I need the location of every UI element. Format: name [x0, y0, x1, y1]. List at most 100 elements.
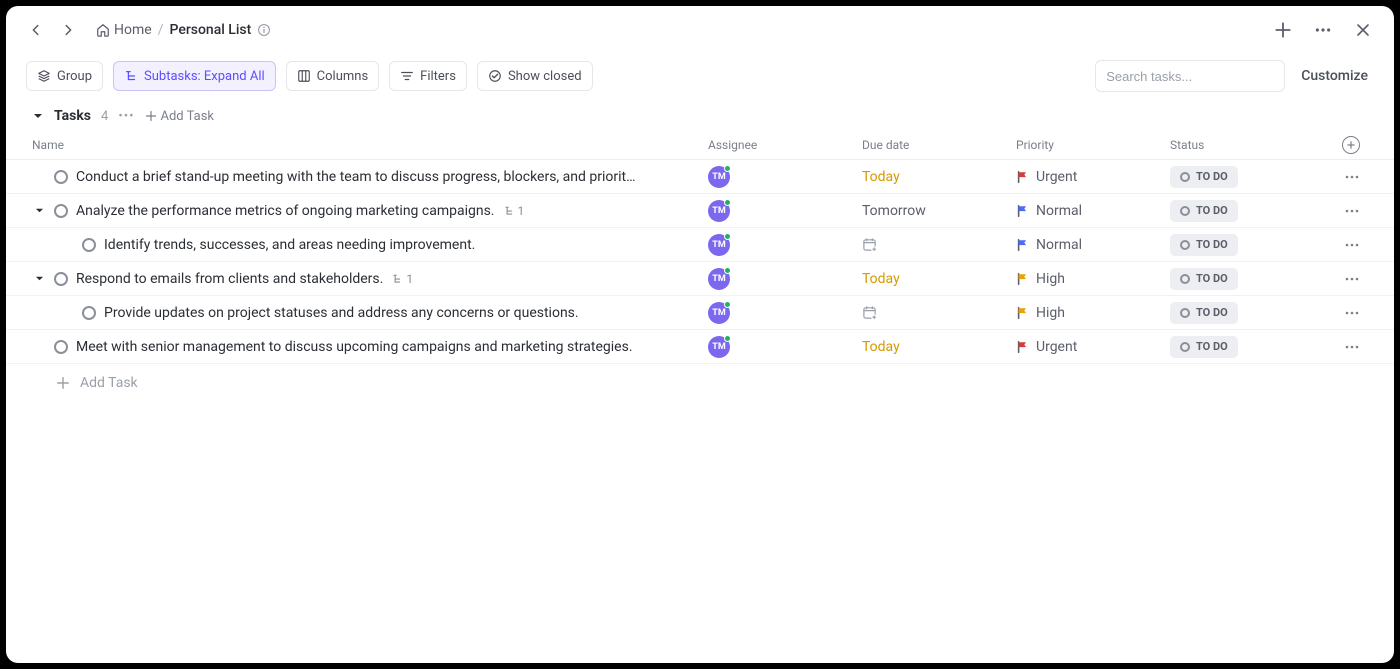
task-title[interactable]: Respond to emails from clients and stake…	[76, 271, 383, 287]
group-add-task-button[interactable]: Add Task	[145, 109, 215, 124]
task-row[interactable]: Conduct a brief stand-up meeting with th…	[6, 160, 1394, 194]
caret-down-icon	[33, 111, 43, 121]
chevron-left-icon	[29, 23, 43, 37]
priority-cell[interactable]: High	[1016, 305, 1170, 321]
close-button[interactable]	[1350, 17, 1376, 43]
task-row[interactable]: Identify trends, successes, and areas ne…	[6, 228, 1394, 262]
assignee-avatar[interactable]: TM	[708, 336, 730, 358]
row-more-button[interactable]	[1320, 305, 1360, 321]
status-badge[interactable]: TO DO	[1170, 200, 1238, 222]
status-badge[interactable]: TO DO	[1170, 302, 1238, 324]
customize-button[interactable]: Customize	[1295, 64, 1374, 88]
assignee-avatar[interactable]: TM	[708, 166, 730, 188]
filters-toggle[interactable]: Filters	[389, 61, 467, 91]
priority-label: High	[1036, 305, 1065, 321]
task-title[interactable]: Meet with senior management to discuss u…	[76, 339, 633, 355]
status-circle[interactable]	[82, 238, 96, 252]
avatar-initials: TM	[712, 274, 725, 284]
due-date-label: Today	[862, 169, 900, 185]
search-input[interactable]	[1095, 60, 1285, 92]
check-circle-icon	[488, 69, 502, 83]
more-menu-button[interactable]	[1310, 17, 1336, 43]
status-circle[interactable]	[54, 340, 68, 354]
breadcrumb-current[interactable]: Personal List	[169, 22, 251, 38]
show-closed-toggle[interactable]: Show closed	[477, 61, 593, 91]
add-button[interactable]	[1270, 17, 1296, 43]
assignee-avatar[interactable]: TM	[708, 302, 730, 324]
assignee-avatar[interactable]: TM	[708, 234, 730, 256]
filters-toggle-label: Filters	[420, 69, 456, 84]
subtask-indicator[interactable]: 1	[503, 204, 525, 218]
subtask-indicator[interactable]: 1	[391, 272, 413, 286]
presence-indicator	[724, 335, 731, 342]
status-label: TO DO	[1196, 238, 1228, 251]
assignee-avatar[interactable]: TM	[708, 200, 730, 222]
assignee-avatar[interactable]: TM	[708, 268, 730, 290]
status-badge[interactable]: TO DO	[1170, 336, 1238, 358]
due-date-cell[interactable]	[862, 305, 1016, 320]
column-header-name[interactable]: Name	[32, 138, 708, 152]
nav-back-button[interactable]	[24, 18, 48, 42]
close-icon	[1355, 22, 1371, 38]
priority-label: High	[1036, 271, 1065, 287]
status-circle[interactable]	[54, 204, 68, 218]
priority-cell[interactable]: Urgent	[1016, 339, 1170, 355]
subtasks-toggle[interactable]: Subtasks: Expand All	[113, 61, 276, 91]
status-dot	[1180, 342, 1190, 352]
row-expand-toggle[interactable]	[32, 206, 46, 215]
row-more-button[interactable]	[1320, 339, 1360, 355]
group-collapse-toggle[interactable]	[32, 110, 44, 122]
row-expand-toggle[interactable]	[32, 274, 46, 283]
add-task-label: Add Task	[80, 375, 138, 391]
status-badge[interactable]: TO DO	[1170, 268, 1238, 290]
row-more-button[interactable]	[1320, 271, 1360, 287]
group-more-button[interactable]: •••	[118, 109, 134, 124]
presence-indicator	[724, 199, 731, 206]
row-more-button[interactable]	[1320, 169, 1360, 185]
column-header-status[interactable]: Status	[1170, 138, 1320, 152]
presence-indicator	[724, 233, 731, 240]
due-date-cell[interactable]	[862, 237, 1016, 252]
task-title[interactable]: Conduct a brief stand-up meeting with th…	[76, 169, 636, 185]
calendar-icon	[862, 305, 877, 320]
group-toggle[interactable]: Group	[26, 61, 103, 91]
priority-cell[interactable]: Urgent	[1016, 169, 1170, 185]
due-date-cell[interactable]: Today	[862, 339, 1016, 355]
nav-forward-button[interactable]	[56, 18, 80, 42]
status-badge[interactable]: TO DO	[1170, 166, 1238, 188]
avatar-initials: TM	[712, 172, 725, 182]
status-dot	[1180, 240, 1190, 250]
priority-cell[interactable]: Normal	[1016, 203, 1170, 219]
breadcrumb-home[interactable]: Home	[96, 22, 152, 38]
status-circle[interactable]	[82, 306, 96, 320]
status-circle[interactable]	[54, 170, 68, 184]
add-task-row[interactable]: Add Task	[6, 364, 1394, 402]
status-badge[interactable]: TO DO	[1170, 234, 1238, 256]
priority-cell[interactable]: High	[1016, 271, 1170, 287]
info-icon[interactable]	[257, 23, 271, 37]
status-circle[interactable]	[54, 272, 68, 286]
plus-icon	[145, 110, 157, 122]
task-title[interactable]: Provide updates on project statuses and …	[104, 305, 579, 321]
add-column-button[interactable]	[1342, 136, 1360, 154]
task-row[interactable]: Respond to emails from clients and stake…	[6, 262, 1394, 296]
due-date-cell[interactable]: Today	[862, 271, 1016, 287]
presence-indicator	[724, 301, 731, 308]
row-more-button[interactable]	[1320, 237, 1360, 253]
task-row[interactable]: Meet with senior management to discuss u…	[6, 330, 1394, 364]
avatar-initials: TM	[712, 342, 725, 352]
breadcrumb: Home / Personal List	[96, 22, 271, 38]
row-more-button[interactable]	[1320, 203, 1360, 219]
column-header-assignee[interactable]: Assignee	[708, 138, 862, 152]
due-date-cell[interactable]: Tomorrow	[862, 203, 1016, 219]
task-row[interactable]: Provide updates on project statuses and …	[6, 296, 1394, 330]
task-title[interactable]: Analyze the performance metrics of ongoi…	[76, 203, 495, 219]
columns-toggle[interactable]: Columns	[286, 61, 380, 91]
due-date-cell[interactable]: Today	[862, 169, 1016, 185]
task-title[interactable]: Identify trends, successes, and areas ne…	[104, 237, 475, 253]
column-header-priority[interactable]: Priority	[1016, 138, 1170, 152]
priority-cell[interactable]: Normal	[1016, 237, 1170, 253]
task-row[interactable]: Analyze the performance metrics of ongoi…	[6, 194, 1394, 228]
column-header-due-date[interactable]: Due date	[862, 138, 1016, 152]
status-dot	[1180, 308, 1190, 318]
